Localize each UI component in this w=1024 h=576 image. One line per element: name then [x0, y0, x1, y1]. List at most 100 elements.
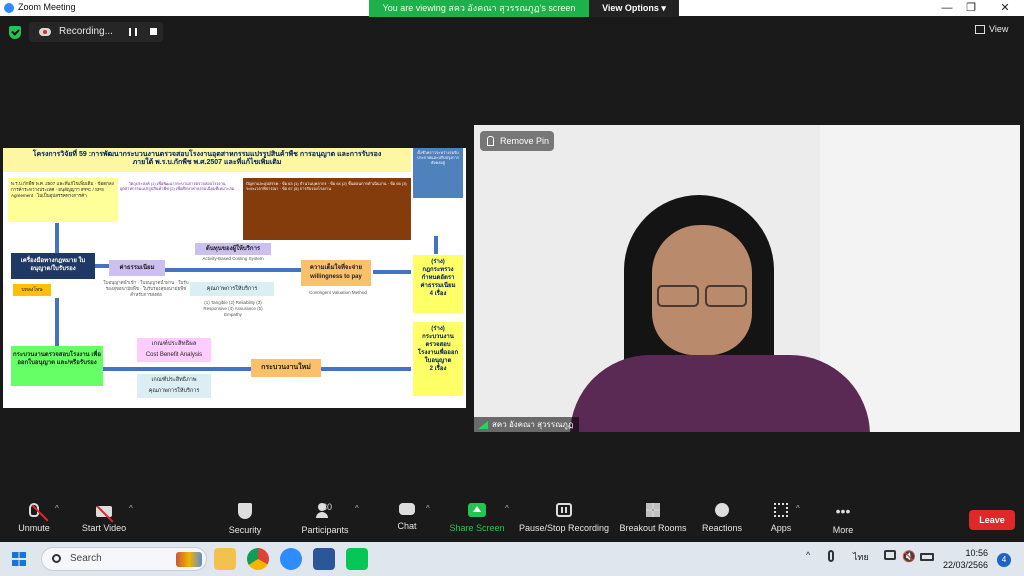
slide-draft-process-line6: 2 เรื่อง [429, 366, 447, 372]
cloud-recording-icon [39, 28, 51, 36]
word-icon[interactable] [313, 548, 335, 570]
microphone-tray-icon[interactable] [828, 550, 834, 562]
arrow-right-4 [103, 367, 251, 371]
share-screen-button[interactable]: Share Screen [448, 498, 506, 542]
grid-icon [975, 25, 985, 35]
slide-draft-regulation: (ร่าง) กฎกระทรวง กำหนดอัตรา ค่าธรรมเนียม… [413, 255, 463, 313]
slide-title: โครงการวิจัยที่ 59 :การพัฒนากระบวนงานตรว… [3, 148, 411, 172]
share-screen-label: Share Screen [449, 523, 505, 533]
participants-label: Participants [301, 525, 349, 535]
slide-draft-process-line3: ตรวจสอบ [425, 342, 451, 348]
file-explorer-icon[interactable] [214, 548, 236, 570]
arrow-down-1 [55, 223, 59, 253]
pause-recording-icon[interactable] [129, 28, 137, 36]
slide-penalty: บทลงโทษ [13, 284, 51, 296]
arrow-right-5 [321, 367, 411, 371]
line-icon[interactable] [346, 548, 368, 570]
arrow-up-1 [434, 236, 438, 254]
search-highlight-icon [176, 552, 202, 567]
reactions-icon [715, 503, 729, 517]
remove-pin-button[interactable]: Remove Pin [480, 131, 554, 151]
shared-screen-slide: โครงการวิจัยที่ 59 :การพัฒนากระบวนงานตรว… [3, 148, 466, 408]
muted-microphone-icon [29, 503, 39, 517]
arrow-up-2 [55, 298, 59, 346]
input-language[interactable]: ไทย [853, 550, 869, 564]
chrome-icon[interactable] [247, 548, 269, 570]
pause-stop-recording-icon [556, 503, 572, 517]
apps-button[interactable]: Apps [766, 498, 796, 542]
display-tray-icon[interactable] [884, 550, 896, 560]
participant-glasses [657, 285, 747, 307]
search-icon [52, 554, 61, 563]
apps-options-caret[interactable]: ^ [796, 504, 800, 513]
chat-label: Chat [397, 521, 417, 531]
leave-meeting-button[interactable]: Leave [969, 510, 1015, 530]
slide-fee-types: ใบอนุญาตนำเข้า · ใบอนุญาตนำผ่าน · ใบรับร… [103, 280, 189, 297]
participants-count: 30 [322, 502, 333, 512]
slide-new-process: กระบวนงานใหม่ [251, 359, 321, 377]
tray-overflow-chevron[interactable]: ^ [806, 550, 810, 560]
participant-name: สคว อังคณา สุวรรณภูฏ [492, 420, 574, 429]
close-button[interactable]: ✕ [990, 0, 1020, 16]
participant-name-bar: สคว อังคณา สุวรรณภูฏ [474, 417, 580, 432]
viewing-screen-banner: You are viewing สคว อังคณา สุวรรณภูฏ's s… [369, 0, 589, 17]
pause-stop-recording-button[interactable]: Pause/Stop Recording [518, 498, 610, 542]
security-button[interactable]: Security [224, 498, 266, 542]
maximize-button[interactable]: ❐ [956, 0, 986, 16]
arrow-right-2 [165, 268, 301, 272]
start-video-label: Start Video [81, 523, 127, 533]
more-button[interactable]: ••• More [828, 498, 858, 542]
slide-abc-sub: Activity-Based Costing System [202, 256, 264, 261]
slide-objectives: วัตถุประสงค์ (1) เพื่อพัฒนากระบวนการตรวจ… [119, 181, 235, 191]
system-clock[interactable]: 10:56 22/03/2566 [943, 547, 988, 571]
chat-options-caret[interactable]: ^ [426, 504, 430, 513]
battery-icon[interactable] [920, 553, 934, 561]
meeting-toolbar: Unmute ^ Start Video ^ Security 30 Parti… [0, 498, 1024, 542]
slide-law-tool: เครื่องมือทางกฎหมาย ใบอนุญาต/ใบรับรอง [11, 253, 95, 279]
slide-draft-regulation-line2: กฎกระทรวง [422, 267, 454, 273]
slide-problems: ปัญหาและอุปสรรค · ข้อ 63 (1) จำนวนบุคลาก… [243, 178, 411, 240]
encryption-shield-icon[interactable] [9, 26, 21, 39]
chat-bubble-icon [399, 503, 415, 515]
slide-draft-process-line4: โรงงานเพื่อออก [417, 350, 459, 356]
share-options-caret[interactable]: ^ [505, 504, 509, 513]
arrow-right-1 [95, 264, 109, 268]
video-options-caret[interactable]: ^ [129, 504, 133, 513]
slide-efficiency-line2: คุณภาพการให้บริการ [148, 388, 200, 394]
start-video-button[interactable]: Start Video [78, 498, 130, 542]
clock-date: 22/03/2566 [943, 560, 989, 570]
unmute-label: Unmute [18, 523, 50, 533]
reactions-button[interactable]: Reactions [700, 498, 744, 542]
slide-draft-process-line1: (ร่าง) [431, 326, 445, 332]
zoom-taskbar-icon[interactable] [280, 548, 302, 570]
share-screen-icon [468, 503, 486, 517]
view-options-button[interactable]: View Options ▾ [589, 0, 679, 17]
taskbar-search[interactable]: Search [41, 547, 207, 571]
search-placeholder: Search [70, 553, 102, 564]
slide-title-line2: ภายใต้ พ.ร.บ.กักพืช พ.ศ.2507 และที่แก้ไข… [132, 159, 282, 166]
slide-title-line1: โครงการวิจัยที่ 59 :การพัฒนากระบวนงานตรว… [32, 151, 382, 158]
participants-button[interactable]: 30 Participants [298, 498, 352, 542]
slide-servqual: (1) Tangible (2) Reliability (3) Respons… [203, 300, 263, 317]
unmute-button[interactable]: Unmute [12, 498, 56, 542]
slide-service-quality: คุณภาพการให้บริการ [190, 282, 274, 296]
notification-badge[interactable]: 4 [997, 553, 1011, 567]
windows-taskbar: Search ^ ไทย 🔇 10:56 22/03/2566 4 [0, 542, 1024, 576]
chat-button[interactable]: Chat [392, 498, 422, 542]
speaker-muted-icon[interactable]: 🔇 [902, 550, 916, 563]
windows-start-icon[interactable] [12, 552, 26, 566]
participants-options-caret[interactable]: ^ [355, 504, 359, 513]
audio-options-caret[interactable]: ^ [55, 504, 59, 513]
slide-draft-regulation-line1: (ร่าง) [431, 259, 445, 265]
security-shield-icon [238, 503, 252, 519]
slide-side-note: ตั้งชั่วคราวระหว่างรอรับประกาศและปรับปรุ… [413, 148, 463, 198]
more-dots-icon: ••• [835, 503, 851, 519]
stop-recording-icon[interactable] [150, 28, 157, 35]
view-layout-button[interactable]: View [975, 24, 1008, 35]
slide-draft-process-line2: กระบวนงาน [422, 334, 454, 340]
breakout-rooms-button[interactable]: Breakout Rooms [618, 498, 688, 542]
slide-abc: ต้นทุนของผู้ให้บริการ [195, 243, 271, 255]
slide-wtp: ความเต็มใจที่จะจ่าย willingness to pay [301, 260, 371, 286]
participant-video[interactable]: Remove Pin สคว อังคณา สุวรรณภูฏ [474, 125, 1020, 432]
slide-wtp-line2: willingness to pay [310, 274, 362, 280]
